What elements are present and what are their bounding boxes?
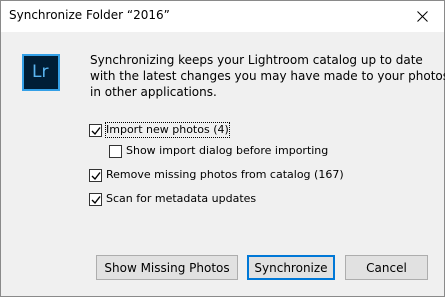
sync-description-line: Synchronizing keeps your Lightroom catal… <box>90 53 423 67</box>
lightroom-logo-text: Lr <box>32 62 49 82</box>
import-new-photos-checkbox[interactable] <box>89 123 102 137</box>
scan-metadata-label[interactable]: Scan for metadata updates <box>106 192 256 206</box>
title-bar[interactable]: Synchronize Folder “2016” <box>1 1 444 32</box>
synchronize-button[interactable]: Synchronize <box>247 255 335 280</box>
checkmark-icon <box>91 195 101 204</box>
remove-missing-photos-option[interactable]: Remove missing photos from catalog (167) <box>89 167 344 183</box>
sync-description-line: in other applications. <box>90 85 217 99</box>
sync-description: Synchronizing keeps your Lightroom catal… <box>90 52 445 100</box>
sync-description-line: with the latest changes you may have mad… <box>90 69 445 83</box>
lightroom-logo: Lr <box>22 54 60 91</box>
scan-metadata-checkbox[interactable] <box>89 192 102 206</box>
close-button[interactable] <box>400 1 444 32</box>
synchronize-folder-dialog: Synchronize Folder “2016” Lr Synchronizi… <box>0 0 445 297</box>
close-icon <box>416 11 428 22</box>
show-missing-photos-button[interactable]: Show Missing Photos <box>96 255 238 280</box>
import-new-photos-option[interactable]: Import new photos (4) <box>89 122 230 138</box>
remove-missing-photos-label[interactable]: Remove missing photos from catalog (167) <box>106 168 344 182</box>
scan-metadata-option[interactable]: Scan for metadata updates <box>89 191 256 207</box>
show-import-dialog-option[interactable]: Show import dialog before importing <box>109 143 328 159</box>
checkmark-icon <box>91 126 101 135</box>
show-import-dialog-label[interactable]: Show import dialog before importing <box>126 144 328 158</box>
cancel-button[interactable]: Cancel <box>345 255 428 280</box>
show-import-dialog-checkbox[interactable] <box>109 144 122 158</box>
remove-missing-photos-checkbox[interactable] <box>89 168 102 182</box>
checkmark-icon <box>91 171 101 180</box>
dialog-title: Synchronize Folder “2016” <box>9 8 170 22</box>
import-new-photos-label[interactable]: Import new photos (4) <box>105 122 230 138</box>
